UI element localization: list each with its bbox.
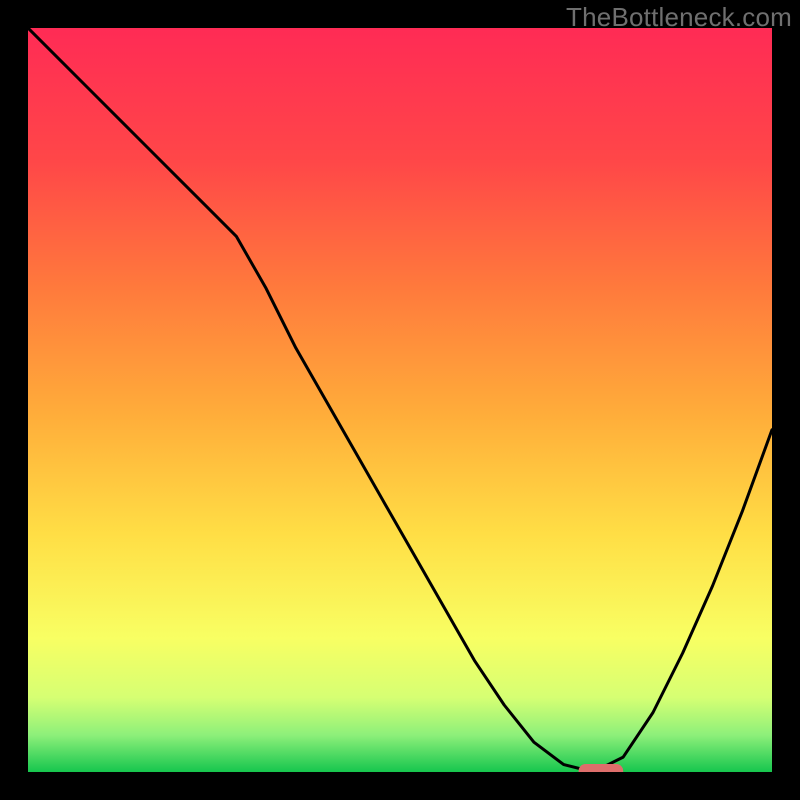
optimum-marker (579, 764, 624, 772)
chart-frame: TheBottleneck.com (0, 0, 800, 800)
watermark-text: TheBottleneck.com (566, 2, 792, 33)
plot-area (28, 28, 772, 772)
chart-svg (28, 28, 772, 772)
